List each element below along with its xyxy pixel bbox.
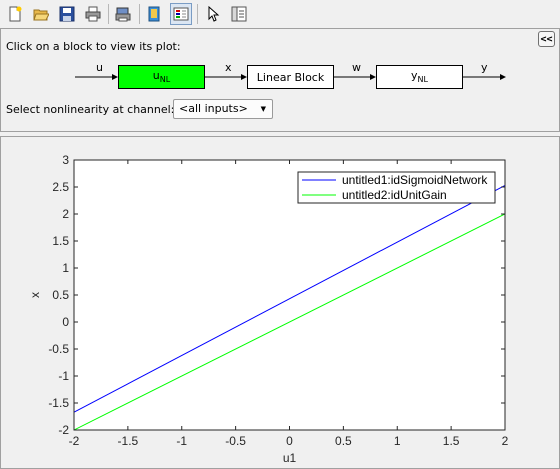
x-tick-label: 1.5 — [443, 434, 460, 448]
x-tick-label: 0 — [286, 434, 293, 448]
y-tick-label: -2 — [58, 423, 69, 437]
toggle-legend-icon — [173, 7, 189, 21]
signal-label-w: w — [352, 61, 361, 74]
arrowhead — [500, 74, 506, 80]
print-preview-button[interactable] — [112, 3, 134, 25]
property-inspector-button[interactable] — [228, 3, 250, 25]
property-inspector-icon — [231, 6, 247, 22]
print-button[interactable] — [82, 3, 104, 25]
x-tick-label: 1 — [394, 434, 401, 448]
channel-select[interactable]: <all inputs> ▼ — [173, 99, 273, 119]
signal-label-x: x — [225, 61, 232, 74]
y-tick-label: 0.5 — [52, 288, 69, 302]
y-tick-label: 3 — [62, 153, 69, 167]
x-tick-label: 2 — [502, 434, 509, 448]
linear-block[interactable]: Linear Block — [247, 65, 334, 89]
toolbar — [0, 0, 560, 28]
input-nonlinearity-block[interactable]: uNL — [118, 65, 205, 89]
x-tick-label: -1.5 — [118, 434, 139, 448]
nonlinearity-channel-label: Select nonlinearity at channel: — [6, 103, 175, 116]
save-icon — [59, 6, 75, 22]
toggle-plot-browser-icon — [148, 6, 160, 22]
x-tick-label: -2 — [69, 434, 80, 448]
open-file-icon — [33, 9, 49, 21]
select-arrow-icon — [208, 6, 220, 22]
input-nonlinearity-label: uNL — [152, 69, 171, 85]
save-button[interactable] — [56, 3, 78, 25]
legend-entry-label: untitled2:idUnitGain — [342, 188, 447, 202]
toolbar-separator — [108, 4, 109, 24]
toolbar-separator — [197, 4, 198, 24]
plot-panel: -2 -1.5 -1 -0.5 0 0.5 1 1.5 2 -2 -1.5 -1 -0.5 0 0.5 1 1.… — [0, 136, 560, 469]
open-file-button[interactable] — [30, 3, 52, 25]
nonlinearity-plot[interactable]: -2 -1.5 -1 -0.5 0 0.5 1 1.5 2 -2 -1.5 -1 -0.5 0 0.5 1 1.… — [1, 137, 559, 468]
y-tick-label: -1 — [58, 369, 69, 383]
chevron-down-icon: ▼ — [260, 105, 266, 113]
print-preview-icon — [115, 7, 131, 22]
print-icon — [85, 6, 101, 22]
new-figure-icon — [9, 6, 22, 22]
block-diagram-panel: Click on a block to view its plot: << u … — [0, 28, 560, 132]
signal-label-u: u — [96, 61, 103, 74]
y-axis-label: x — [28, 292, 42, 298]
x-tick-label: -0.5 — [225, 434, 246, 448]
channel-select-value: <all inputs> — [179, 102, 248, 115]
select-arrow-button[interactable] — [202, 3, 224, 25]
y-tick-label: -1.5 — [48, 396, 69, 410]
x-tick-label: -1 — [176, 434, 187, 448]
y-tick-label: 2.5 — [52, 180, 69, 194]
x-axis-label: u1 — [283, 451, 297, 465]
y-tick-label: 0 — [62, 315, 69, 329]
y-tick-label: -0.5 — [48, 342, 69, 356]
signal-label-y: y — [481, 61, 488, 74]
toggle-plot-browser-button[interactable] — [143, 3, 165, 25]
toolbar-separator — [139, 4, 140, 24]
output-nonlinearity-block[interactable]: yNL — [376, 65, 463, 89]
toggle-legend-button[interactable] — [170, 3, 192, 25]
y-tick-label: 1.5 — [52, 234, 69, 248]
legend-entry-label: untitled1:idSigmoidNetwork — [342, 173, 488, 187]
x-tick-label: 0.5 — [335, 434, 352, 448]
y-tick-label: 2 — [62, 207, 69, 221]
output-nonlinearity-label: yNL — [411, 69, 428, 85]
new-figure-button[interactable] — [4, 3, 26, 25]
y-tick-label: 1 — [62, 261, 69, 275]
